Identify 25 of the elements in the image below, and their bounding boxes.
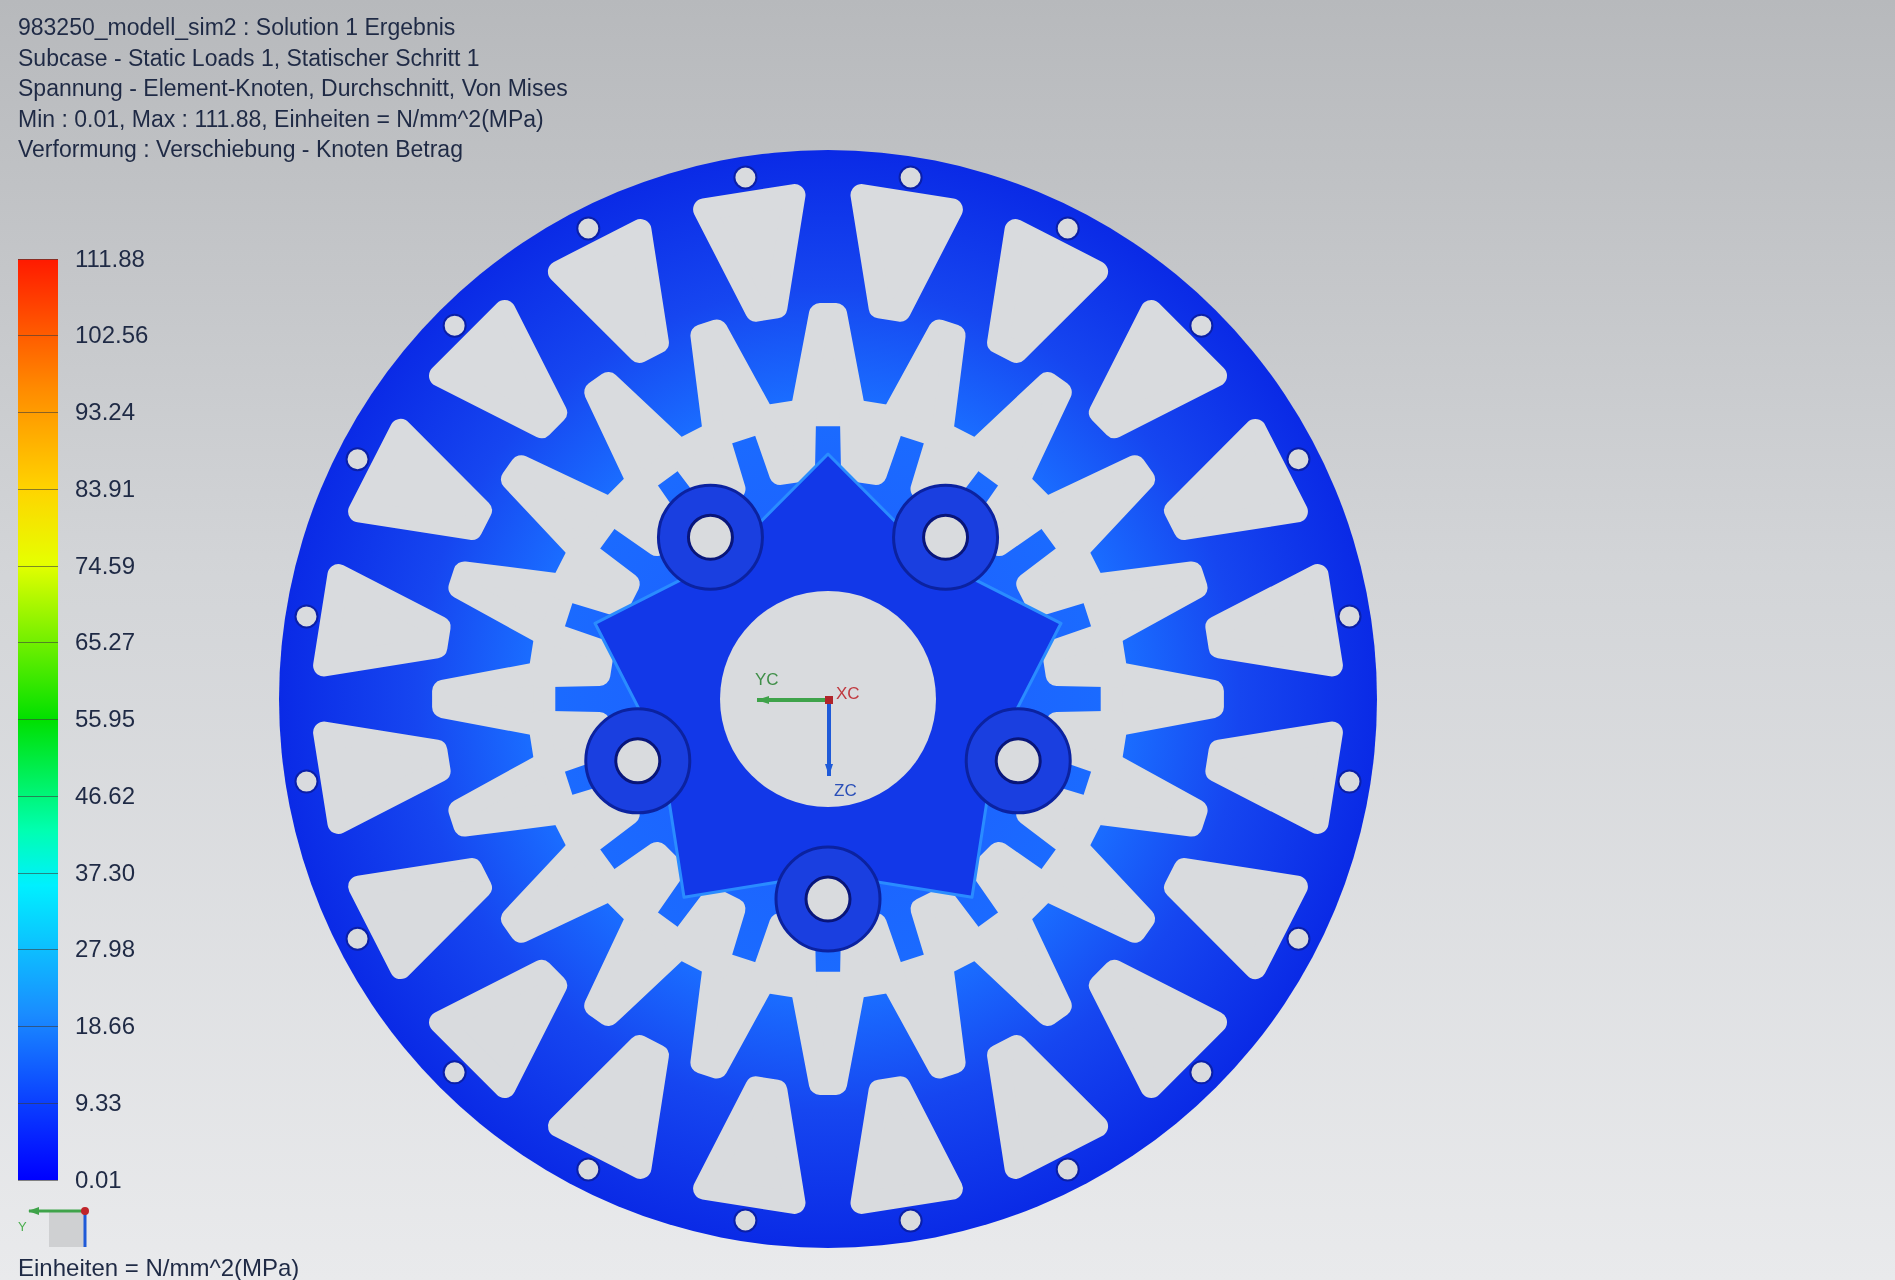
- legend-value: 0.01: [75, 1164, 123, 1195]
- units-label: Einheiten = N/mm^2(MPa): [18, 1252, 301, 1280]
- legend-value: 65.27: [75, 627, 137, 658]
- legend-value: 18.66: [75, 1011, 137, 1041]
- axis-label: XC: [836, 684, 860, 703]
- legend-value: 93.24: [75, 397, 137, 427]
- result-info-text: Subcase - Static Loads 1, Statischer Schritt 1: [18, 43, 481, 73]
- legend-value: 9.33: [75, 1087, 123, 1118]
- view-triad-icon: [26, 1206, 89, 1247]
- legend-value: 46.62: [75, 780, 137, 811]
- result-info-text: 983250_modell_sim2 : Solution 1 Ergebnis: [18, 13, 457, 42]
- axis-label: Y: [18, 1219, 27, 1234]
- legend-value: 27.98: [75, 934, 137, 965]
- result-info-text: Min : 0.01, Max : 111.88, Einheiten = N/mm^2(MPa): [18, 104, 545, 134]
- legend-value: 111.88: [75, 243, 146, 274]
- result-info-text: Verformung : Verschiebung - Knoten Betrag: [18, 135, 464, 164]
- legend-value: 55.95: [75, 704, 137, 734]
- legend-value: 37.30: [75, 857, 137, 888]
- result-info-text: Spannung - Element-Knoten, Durchschnitt, Von Mises: [18, 74, 569, 103]
- legend-value: 83.91: [75, 473, 137, 504]
- legend-value: 102.56: [75, 320, 149, 351]
- axis-label: ZC: [834, 781, 857, 800]
- axis-label: YC: [755, 670, 779, 689]
- coordinate-axes-icon: [757, 696, 833, 776]
- legend-value: 74.59: [75, 550, 137, 581]
